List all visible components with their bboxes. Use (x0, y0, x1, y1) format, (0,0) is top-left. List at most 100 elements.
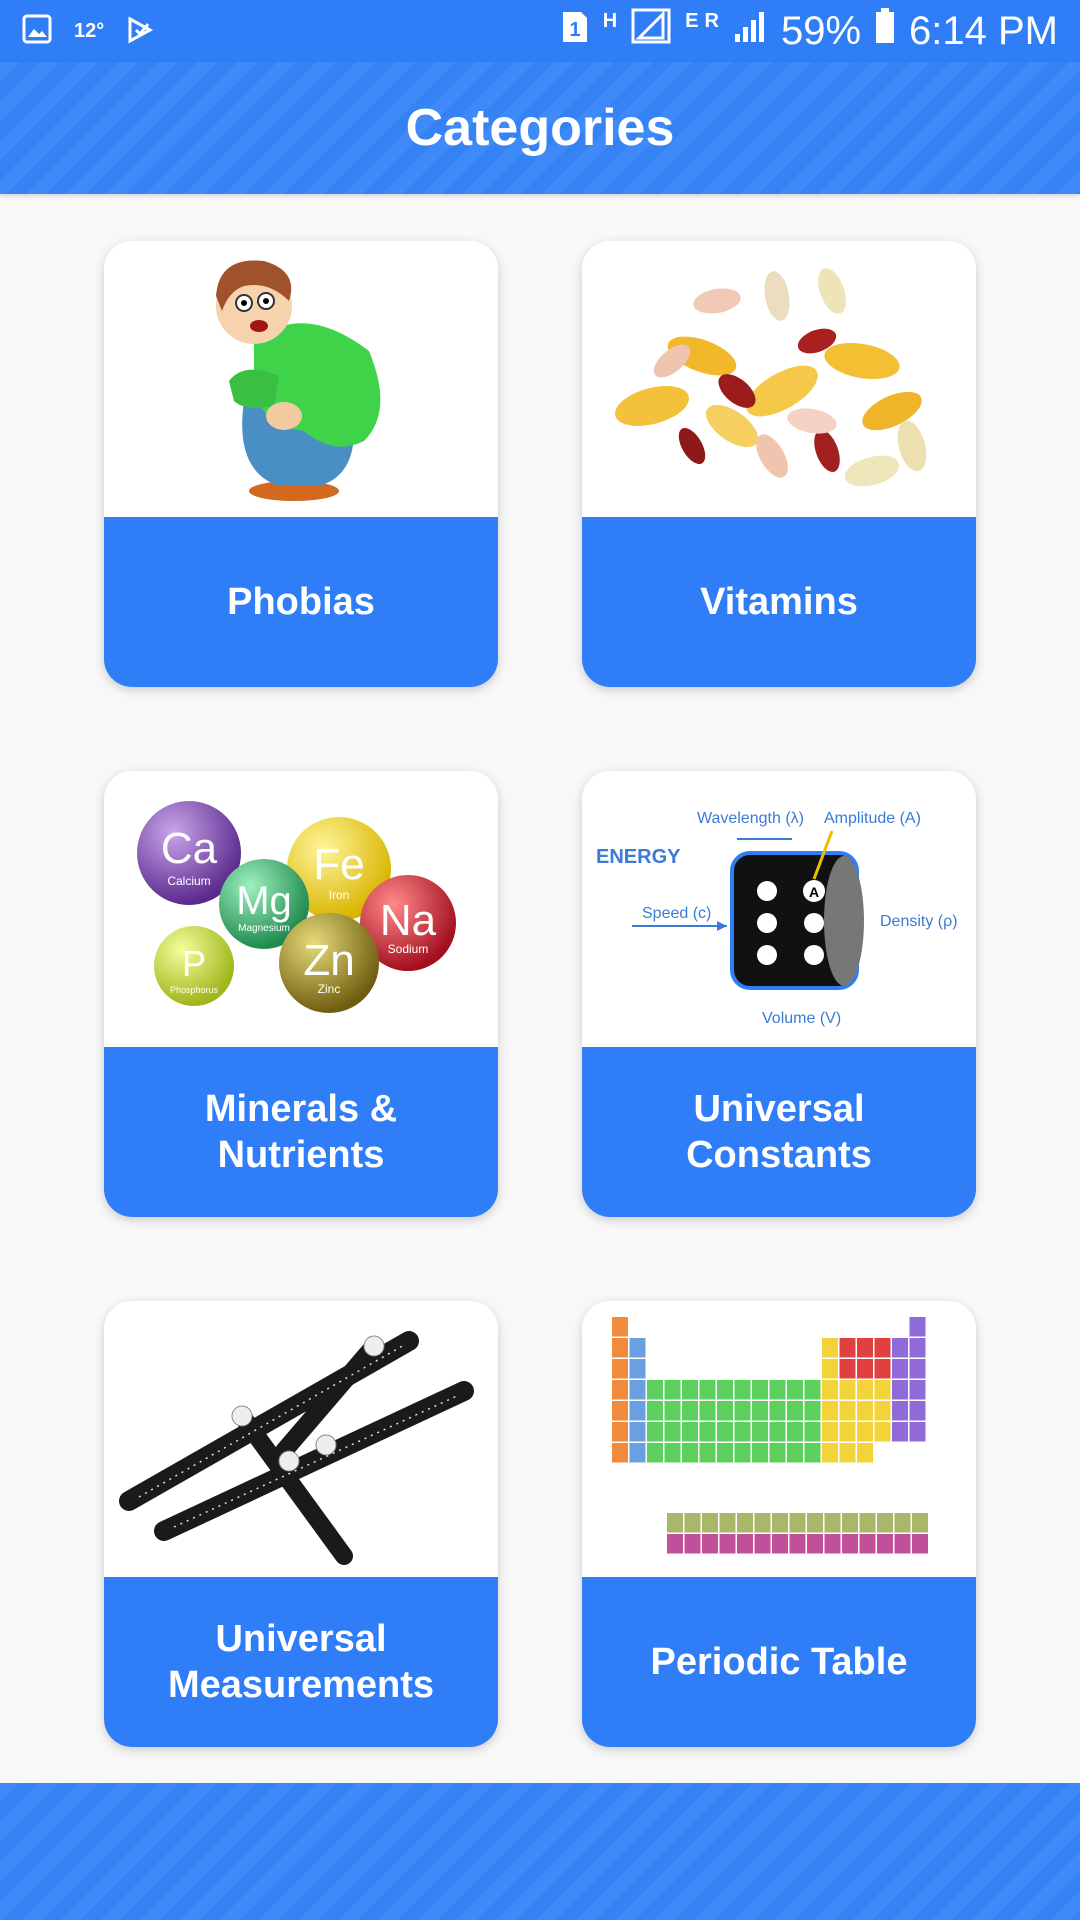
periodic-cell-f-block (702, 1534, 718, 1554)
periodic-cell-f-block (859, 1534, 876, 1554)
periodic-cell (612, 1401, 628, 1421)
vitamins-image (582, 241, 976, 517)
periodic-cell (857, 1443, 873, 1463)
periodic-cell (682, 1401, 698, 1421)
periodic-cell (612, 1338, 628, 1358)
category-card-universal-measurements[interactable]: Universal Measurements (104, 1301, 498, 1747)
periodic-cell (752, 1422, 768, 1442)
mineral-ca-name: Calcium (167, 874, 210, 888)
periodic-cell (734, 1380, 751, 1400)
category-label: Phobias (104, 517, 498, 687)
periodic-cell-f-block (807, 1513, 823, 1533)
periodic-cell-f-block (807, 1534, 823, 1554)
gallery-icon (22, 9, 52, 54)
energy-title: ENERGY (596, 846, 681, 868)
periodic-cell (822, 1380, 838, 1400)
periodic-cell (874, 1401, 891, 1421)
mineral-zn-symbol: Zn (303, 936, 354, 985)
signal-icon (631, 8, 671, 54)
periodic-cell (682, 1443, 698, 1463)
periodic-cell-f-block (684, 1534, 701, 1554)
periodic-cell (752, 1380, 768, 1400)
periodic-cell-f-block (684, 1513, 701, 1533)
periodic-cell (699, 1443, 716, 1463)
network-e-label: E (685, 9, 699, 32)
category-card-periodic-table[interactable]: Periodic Table (582, 1301, 976, 1747)
periodic-cell (839, 1380, 856, 1400)
periodic-cell (839, 1401, 856, 1421)
mineral-fe-name: Iron (329, 888, 350, 902)
network-h-label: H (602, 9, 618, 32)
periodic-cell (839, 1443, 856, 1463)
periodic-cell (839, 1359, 856, 1379)
category-card-minerals[interactable]: Ca Calcium Fe Iron Mg Magnesium Na Sodiu… (104, 771, 498, 1217)
mineral-na-symbol: Na (380, 896, 437, 945)
periodic-cell (682, 1380, 698, 1400)
periodic-cell (804, 1422, 821, 1442)
energy-speed-label: Speed (c) (642, 905, 711, 922)
periodic-cell (909, 1422, 926, 1442)
energy-wavelength-label: Wavelength (λ) (697, 810, 804, 827)
phobias-image (104, 241, 498, 517)
periodic-cell (629, 1401, 646, 1421)
periodic-cell-f-block (894, 1534, 911, 1554)
amplitude-marker: A (809, 884, 819, 900)
periodic-cell (612, 1359, 628, 1379)
periodic-cell (804, 1380, 821, 1400)
periodic-cell (664, 1401, 681, 1421)
periodic-cell (682, 1422, 698, 1442)
periodic-cell (874, 1422, 891, 1442)
periodic-cell (612, 1380, 628, 1400)
category-card-phobias[interactable]: Phobias (104, 241, 498, 687)
periodic-cell (664, 1443, 681, 1463)
periodic-cell (857, 1401, 873, 1421)
universal-measurements-image (104, 1301, 498, 1577)
periodic-cell (804, 1443, 821, 1463)
periodic-cell-f-block (772, 1513, 788, 1533)
periodic-cell (769, 1380, 786, 1400)
category-label: Universal Measurements (104, 1577, 498, 1747)
periodic-cell (822, 1443, 838, 1463)
periodic-cell-f-block (702, 1513, 718, 1533)
svg-text:1: 1 (569, 19, 580, 41)
periodic-cell (752, 1401, 768, 1421)
periodic-cell (699, 1422, 716, 1442)
periodic-cell (699, 1380, 716, 1400)
mineral-mg-symbol: Mg (236, 879, 292, 923)
bottom-bar (0, 1783, 1080, 1920)
periodic-cell (612, 1317, 628, 1337)
periodic-cell (892, 1338, 908, 1358)
periodic-cell-f-block (754, 1534, 771, 1554)
periodic-cell-f-block (737, 1513, 753, 1533)
periodic-cell (664, 1422, 681, 1442)
periodic-cell (629, 1359, 646, 1379)
mineral-fe-symbol: Fe (313, 840, 364, 889)
periodic-cell (699, 1401, 716, 1421)
periodic-cell (857, 1380, 873, 1400)
periodic-cell (629, 1338, 646, 1358)
minerals-image: Ca Calcium Fe Iron Mg Magnesium Na Sodiu… (104, 771, 498, 1047)
periodic-cell (647, 1380, 663, 1400)
periodic-cell-f-block (842, 1534, 858, 1554)
periodic-cell (717, 1401, 733, 1421)
periodic-cell (717, 1443, 733, 1463)
periodic-cell-f-block (719, 1534, 736, 1554)
periodic-cell (874, 1338, 891, 1358)
category-card-vitamins[interactable]: Vitamins (582, 241, 976, 687)
periodic-cell (752, 1443, 768, 1463)
periodic-cell (909, 1317, 926, 1337)
periodic-cell (857, 1359, 873, 1379)
category-card-universal-constants[interactable]: Wavelength (λ) Amplitude (A) ENERGY Spee… (582, 771, 976, 1217)
periodic-cell (612, 1422, 628, 1442)
periodic-cell (892, 1380, 908, 1400)
periodic-cell (892, 1422, 908, 1442)
energy-density-label: Density (ρ) (880, 913, 958, 930)
periodic-cell (857, 1422, 873, 1442)
periodic-cell (647, 1443, 663, 1463)
periodic-cell (664, 1380, 681, 1400)
energy-volume-label: Volume (V) (762, 1010, 841, 1027)
sim-icon: 1 (561, 9, 589, 54)
periodic-cell (629, 1443, 646, 1463)
periodic-cell (822, 1422, 838, 1442)
clock: 6:14 PM (909, 8, 1058, 53)
